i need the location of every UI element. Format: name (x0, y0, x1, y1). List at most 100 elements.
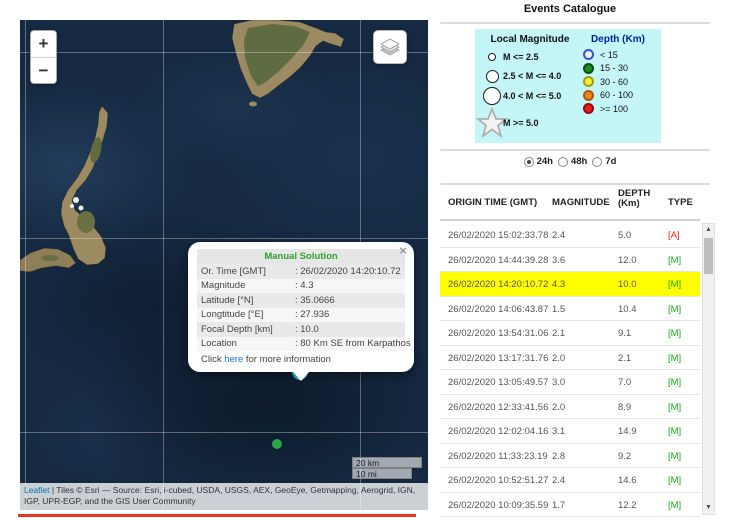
scalebar-mi: 10 mi (352, 468, 412, 479)
legend-item-label: < 15 (600, 50, 618, 60)
scrollbar-thumb[interactable] (704, 238, 713, 274)
popup-row-label: Location (201, 338, 295, 350)
table-row[interactable]: 26/02/2020 10:09:35.591.712.2[M] (440, 493, 700, 518)
cell-time: 26/02/2020 10:09:35.59 (448, 500, 548, 511)
cell-type: [M] (668, 475, 681, 486)
map-canvas[interactable]: + − × Manual Solution Or. Time [GMT]: 26… (20, 20, 428, 510)
leaflet-link[interactable]: Leaflet (24, 485, 50, 495)
popup-row: Focal Depth [km]: 10.0 (197, 322, 405, 337)
close-icon[interactable]: × (399, 244, 407, 257)
popup-row: Longtitude [°E]: 27.936 (197, 308, 405, 323)
zoom-out-button[interactable]: − (31, 57, 56, 83)
table-row[interactable]: 26/02/2020 14:06:43.871.510.4[M] (440, 297, 700, 322)
depth-circle-icon (583, 63, 594, 74)
cell-type: [M] (668, 328, 681, 339)
filter-7d[interactable]: 7d (592, 156, 616, 167)
legend-item: 15 - 30 (579, 63, 657, 74)
table-scrollbar[interactable]: ▲ ▼ (702, 223, 715, 515)
event-marker[interactable] (272, 439, 282, 449)
legend-magnitude-items: M <= 2.52.5 < M <= 4.04.0 < M <= 5.0M >=… (481, 49, 579, 138)
event-popup: × Manual Solution Or. Time [GMT]: 26/02/… (188, 242, 414, 372)
table-row[interactable]: 26/02/2020 13:54:31.062.19.1[M] (440, 321, 700, 346)
popup-row-label: Magnitude (201, 280, 295, 292)
table-header: ORIGIN TIME (GMT) MAGNITUDE DEPTH(Km) TY… (440, 188, 700, 221)
table-row[interactable]: 26/02/2020 13:05:49.573.07.0[M] (440, 370, 700, 395)
depth-circle-icon (583, 90, 594, 101)
cell-time: 26/02/2020 15:02:33.78 (448, 230, 548, 241)
legend-item: 4.0 < M <= 5.0 (481, 87, 579, 105)
more-info-link[interactable]: here (224, 354, 243, 365)
scroll-up-icon[interactable]: ▲ (703, 224, 714, 236)
cell-type: [M] (668, 402, 681, 413)
legend-item: >= 100 (579, 103, 657, 114)
cell-time: 26/02/2020 13:54:31.06 (448, 328, 548, 339)
layers-control-button[interactable] (373, 30, 407, 64)
cell-depth: 8.9 (618, 402, 631, 413)
col-header-magnitude: MAGNITUDE (552, 197, 610, 208)
panel-title: Events Catalogue (440, 0, 700, 15)
table-row[interactable]: 26/02/2020 13:17:31.76 2.0 2.1 [M] (440, 346, 700, 371)
popup-row: Magnitude: 4.3 (197, 279, 405, 294)
events-table-body: 26/02/2020 15:02:33.782.45.0[A]26/02/202… (440, 223, 700, 517)
cell-magnitude: 3.0 (552, 377, 565, 388)
popup-rows: Or. Time [GMT]: 26/02/2020 14:20:10.72Ma… (197, 264, 405, 351)
cell-type: [M] (668, 426, 681, 437)
table-row[interactable]: 26/02/2020 14:44:39.283.612.0[M] (440, 248, 700, 273)
popup-row-value: : 27.936 (295, 309, 401, 321)
cell-time: 26/02/2020 12:33:41.56 (448, 402, 548, 413)
cell-depth: 14.6 (618, 475, 637, 486)
cell-time: 26/02/2020 12:02:04.16 (448, 426, 548, 437)
popup-row-label: Or. Time [GMT] (201, 266, 295, 278)
cell-magnitude: 2.8 (552, 451, 565, 462)
popup-footer-text: for more information (243, 354, 331, 365)
radio-icon[interactable] (558, 157, 568, 167)
popup-row: Or. Time [GMT]: 26/02/2020 14:20:10.72 (197, 264, 405, 279)
radio-icon[interactable] (592, 157, 602, 167)
cell-type: [M] (668, 353, 681, 364)
cell-type: [M] (668, 304, 681, 315)
depth-circle-icon (583, 103, 594, 114)
cell-type: [M] (668, 279, 681, 290)
legend-item: M >= 5.0 (481, 108, 579, 138)
cell-depth: 14.9 (618, 426, 637, 437)
legend: Local Magnitude M <= 2.52.5 < M <= 4.04.… (475, 29, 661, 143)
cell-magnitude: 4.3 (552, 279, 565, 290)
legend-item: 60 - 100 (579, 90, 657, 101)
popup-row-label: Focal Depth [km] (201, 324, 295, 336)
filter-label: 48h (571, 156, 587, 167)
table-row[interactable]: 26/02/2020 11:33:23.192.89.2[M] (440, 444, 700, 469)
popup-row: Location: 80 Km SE from Karpathos (197, 337, 405, 352)
table-row[interactable]: 26/02/2020 10:52:51.272.414.6[M] (440, 468, 700, 493)
legend-magnitude-title: Local Magnitude (481, 34, 579, 45)
attribution-text: | Tiles © Esri — Source: Esri, i-cubed, … (24, 485, 415, 506)
layers-icon (378, 35, 402, 59)
cell-type: [M] (668, 255, 681, 266)
scroll-down-icon[interactable]: ▼ (703, 502, 714, 514)
table-row[interactable]: 26/02/2020 12:02:04.163.114.9[M] (440, 419, 700, 444)
table-row[interactable]: 26/02/2020 12:33:41.56 2.0 8.9 [M] (440, 395, 700, 420)
cell-magnitude: 2.1 (552, 328, 565, 339)
popup-row: Latitude [°N]: 35.0666 (197, 293, 405, 308)
filter-48h[interactable]: 48h (558, 156, 587, 167)
cell-depth: 2.1 (618, 353, 631, 364)
cell-time: 26/02/2020 14:44:39.28 (448, 255, 548, 266)
map-zoom-control: + − (30, 30, 57, 84)
table-row[interactable]: 26/02/2020 15:02:33.782.45.0[A] (440, 223, 700, 248)
cell-time: 26/02/2020 13:05:49.57 (448, 377, 548, 388)
graticule-line (163, 20, 164, 510)
magnitude-circle-icon (481, 53, 503, 61)
cell-time: 26/02/2020 13:17:31.76 (448, 353, 548, 364)
radio-icon[interactable] (524, 157, 534, 167)
cell-magnitude: 2.0 (552, 402, 565, 413)
legend-item-label: M >= 5.0 (503, 118, 539, 128)
popup-row-value: : 4.3 (295, 280, 401, 292)
filter-24h[interactable]: 24h (524, 156, 553, 167)
filter-label: 24h (537, 156, 553, 167)
scalebar-km: 20 km (352, 457, 422, 468)
cell-depth: 12.2 (618, 500, 637, 511)
cell-magnitude: 2.0 (552, 353, 565, 364)
zoom-in-button[interactable]: + (31, 31, 56, 57)
table-row[interactable]: 26/02/2020 14:20:10.724.310.0[M] (440, 272, 700, 297)
popup-footer: Click here for more information (197, 351, 405, 366)
popup-row-value: : 35.0666 (295, 295, 401, 307)
